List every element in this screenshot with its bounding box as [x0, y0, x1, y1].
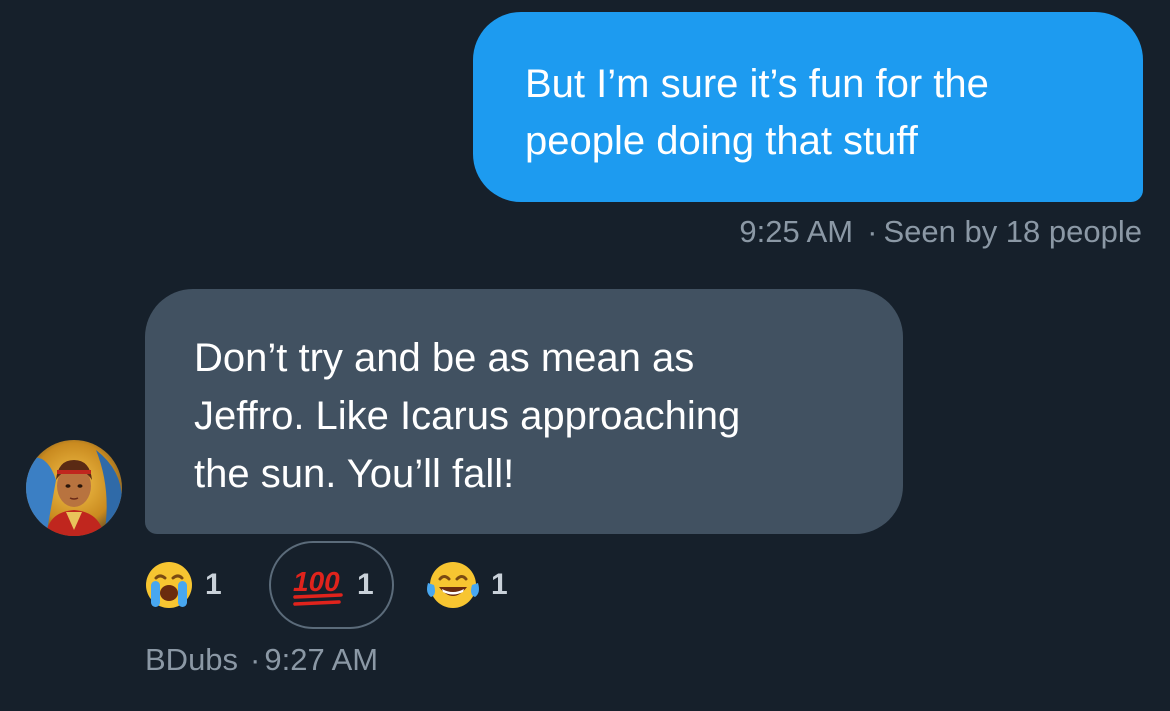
outgoing-message-text: But I’m sure it’s fun for the people doi…	[525, 62, 989, 163]
reaction-count: 1	[491, 568, 508, 601]
svg-text:100: 100	[293, 566, 340, 597]
outgoing-message-bubble[interactable]: But I’m sure it’s fun for the people doi…	[473, 12, 1143, 202]
seen-status[interactable]: Seen by 18 people	[883, 214, 1142, 249]
meta-separator: ·	[867, 214, 878, 249]
incoming-message-meta: BDubs · 9:27 AM	[145, 638, 378, 682]
outgoing-message-meta: 9:25 AM · Seen by 18 people	[739, 210, 1142, 254]
incoming-message-bubble[interactable]: Don’t try and be as mean as Jeffro. Like…	[145, 289, 903, 534]
outgoing-message-time: 9:25 AM	[739, 214, 854, 249]
hundred-points-icon: 100	[291, 561, 347, 609]
dm-conversation: But I’m sure it’s fun for the people doi…	[0, 0, 1170, 711]
meta-separator: ·	[250, 642, 261, 677]
incoming-message-text: Don’t try and be as mean as Jeffro. Like…	[194, 336, 741, 496]
reaction-loudly-crying[interactable]: 1	[143, 541, 222, 629]
reaction-count: 1	[205, 568, 222, 601]
loudly-crying-face-icon	[143, 559, 195, 611]
sender-name[interactable]: BDubs	[145, 642, 238, 677]
avatar-icon	[26, 440, 122, 536]
face-with-tears-of-joy-icon	[425, 559, 481, 611]
reaction-tears-of-joy[interactable]: 1	[425, 541, 508, 629]
reactions-bar: 1 100 1 1	[143, 541, 563, 631]
incoming-message-time: 9:27 AM	[264, 642, 379, 677]
reaction-count: 1	[357, 568, 374, 601]
reaction-hundred-points[interactable]: 100 1	[269, 541, 394, 629]
avatar[interactable]	[26, 440, 122, 536]
